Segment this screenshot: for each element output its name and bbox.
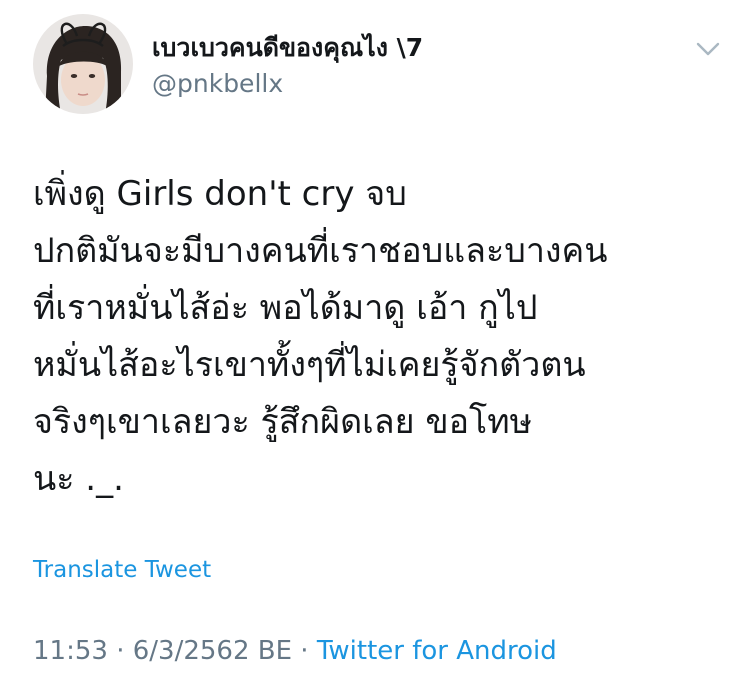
tweet-text-line: หมั่นไส้อะไรเขาทั้งๆที่ไม่เคยรู้จักตัวตน [33, 345, 586, 385]
tweet-text-line: เพิ่งดู Girls don't cry จบ [33, 174, 407, 214]
tweet-source-link[interactable]: Twitter for Android [317, 636, 557, 666]
tweet-time[interactable]: 11:53 [33, 636, 108, 666]
display-name[interactable]: เบวเบวคนดีของคุณไง \7 [152, 32, 423, 64]
tweet-text-line: จริงๆเขาเลยวะ รู้สึกผิดเลย ขอโทษ [33, 402, 533, 442]
tweet-card: เบวเบวคนดีของคุณไง \7 @pnkbellx เพิ่งดู … [0, 0, 750, 691]
tweet-text-line: ที่เราหมั่นไส้อ่ะ พอได้มาดู เอ้า กูไป [33, 288, 538, 328]
tweet-text-line: นะ ._. [33, 459, 124, 499]
avatar[interactable] [33, 14, 133, 114]
chevron-down-icon[interactable] [694, 38, 722, 60]
tweet-meta: 11:53 · 6/3/2562 BE · Twitter for Androi… [33, 634, 557, 668]
meta-separator: · [292, 636, 317, 666]
tweet-text-line: ปกติมันจะมีบางคนที่เราชอบและบางคน [33, 231, 608, 271]
user-handle[interactable]: @pnkbellx [152, 68, 283, 100]
tweet-text: เพิ่งดู Girls don't cry จบ ปกติมันจะมีบา… [33, 166, 733, 508]
translate-tweet-link[interactable]: Translate Tweet [33, 555, 211, 585]
meta-separator: · [107, 636, 133, 666]
tweet-date[interactable]: 6/3/2562 BE [133, 636, 292, 666]
avatar-image [33, 14, 133, 114]
